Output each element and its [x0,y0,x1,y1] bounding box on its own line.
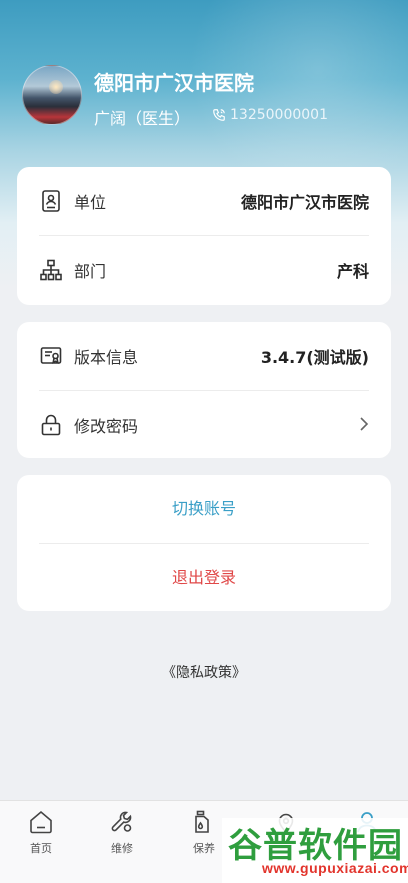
tab-home-label: 首页 [30,842,52,855]
org-chart-icon [40,259,62,281]
unit-value: 德阳市广汉市医院 [240,193,369,212]
watermark-url: www.gupuxiazai.com [262,860,408,876]
change-password-label: 修改密码 [74,417,139,436]
account-actions-card: 切换账号 退出登录 [17,475,391,611]
hospital-name: 德阳市广汉市医院 [94,71,254,95]
info-card: 单位 德阳市广汉市医院 部门 产科 [17,167,391,305]
department-value: 产科 [336,262,369,281]
phone-text: 13250000001 [230,107,328,123]
department-label: 部门 [74,262,107,281]
id-badge-icon [42,190,60,212]
settings-card: 版本信息 3.4.7(测试版) 修改密码 [17,322,391,458]
home-icon [30,810,52,834]
tab-home[interactable]: 首页 [11,809,71,856]
oil-can-icon [195,810,209,833]
tab-repair-label: 维修 [111,842,133,855]
watermark: 谷普软件园 www.gupuxiazai.com [222,818,408,883]
privacy-policy-link[interactable]: 《隐私政策》 [0,662,408,682]
unit-label: 单位 [74,193,107,212]
department-row: 部门 产科 [17,236,391,304]
chevron-right-icon [360,417,369,431]
wrench-icon [111,811,132,832]
logout-button[interactable]: 退出登录 [17,544,391,612]
version-row[interactable]: 版本信息 3.4.7(测试版) [17,322,391,390]
lock-icon [41,414,61,436]
user-name-role: 广阔（医生） [94,109,191,128]
tab-repair[interactable]: 维修 [92,809,152,856]
profile-header: 德阳市广汉市医院 广阔（医生） 13250000001 [22,65,392,131]
avatar[interactable] [22,65,82,125]
version-label: 版本信息 [74,348,139,367]
version-value: 3.4.7(测试版) [260,348,369,367]
certificate-icon [40,347,62,364]
switch-account-button[interactable]: 切换账号 [17,475,391,543]
change-password-row[interactable]: 修改密码 [17,391,391,459]
phone-icon [213,109,225,121]
phone-number: 13250000001 [212,107,328,123]
unit-row: 单位 德阳市广汉市医院 [17,167,391,235]
